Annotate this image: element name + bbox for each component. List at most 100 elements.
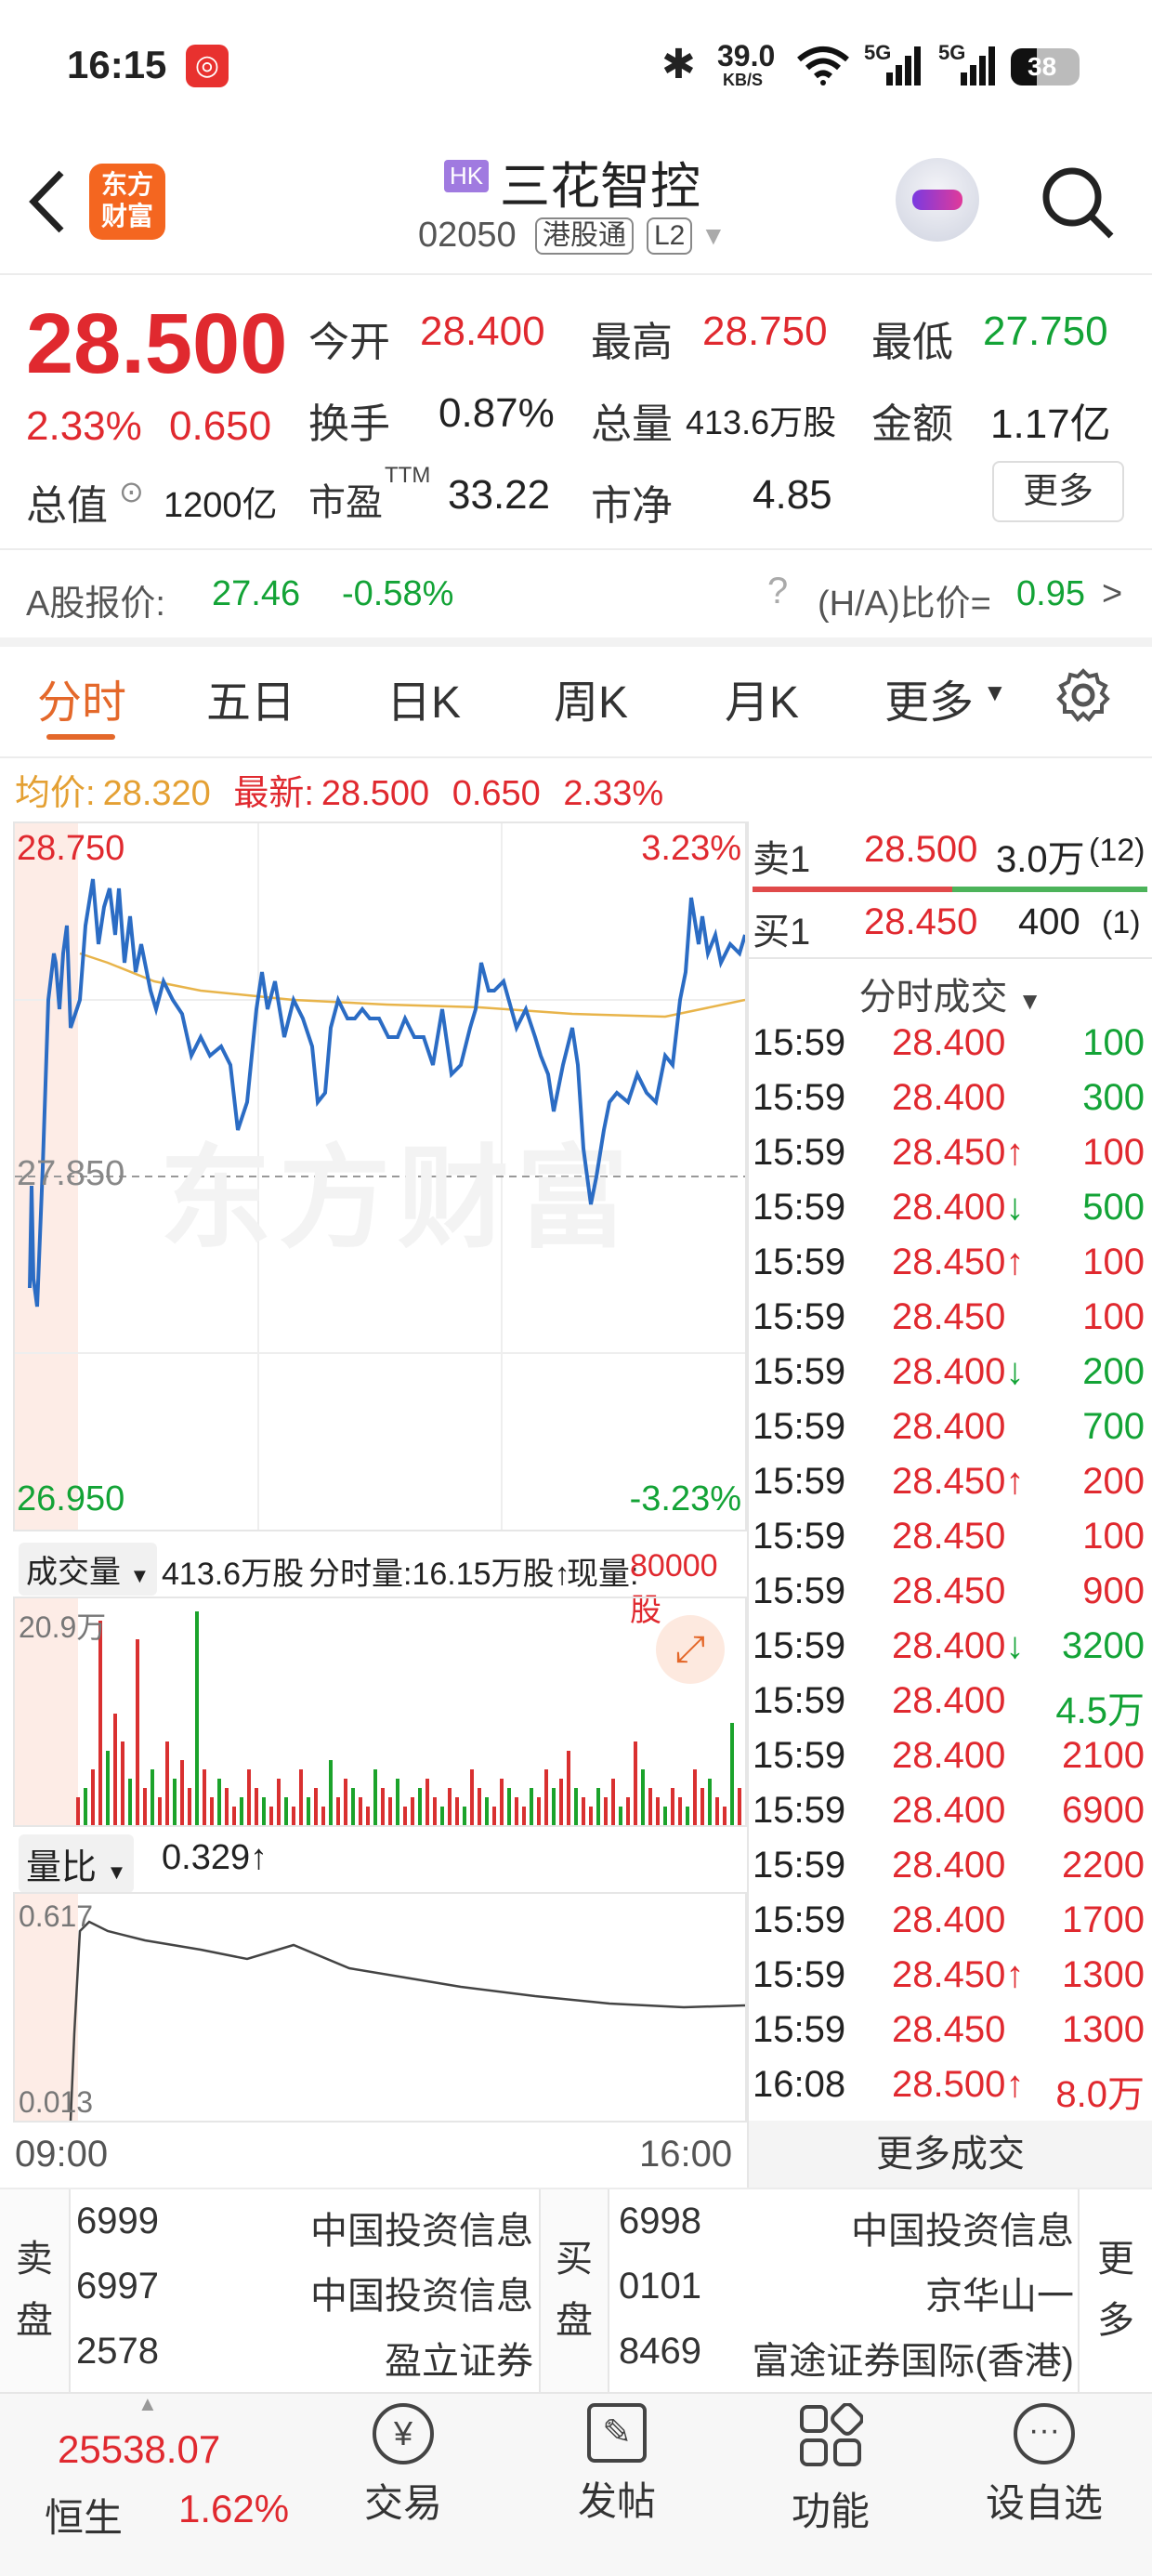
help-icon[interactable]: ?: [767, 571, 788, 612]
volume-bar: [478, 1788, 481, 1825]
ask-1-row[interactable]: 卖1 28.500 3.0万 (12): [753, 829, 1152, 883]
volume-bar: [418, 1788, 422, 1825]
volume-bar: [277, 1779, 281, 1825]
expand-icon[interactable]: ⤢: [656, 1615, 725, 1684]
buy-broker-2-name: 京华山一: [925, 2276, 1074, 2317]
volume-bar: [708, 1779, 712, 1825]
nav-function[interactable]: 功能: [738, 2398, 923, 2537]
nav-watchlist[interactable]: ··· 设自选: [951, 2398, 1137, 2529]
orderbook-divider: [749, 957, 1152, 959]
trade-price-value: 28.500: [892, 2064, 1006, 2105]
status-bar: 16:15 ◎ ✱ 39.0 KB/S 5G 5G 38: [0, 0, 1152, 139]
settings-gear-icon[interactable]: [1055, 667, 1111, 723]
info-icon[interactable]: ⊙: [119, 474, 144, 509]
ask-bar: [753, 887, 952, 892]
trade-volume: 2200: [1062, 1845, 1145, 1886]
volume-bar: [507, 1788, 511, 1825]
sell-label-1: 卖: [16, 2239, 53, 2280]
trade-time: 15:59: [753, 1351, 846, 1392]
price-chart[interactable]: 东方财富 28.750 3.23% 27.850 26.950 -3.23%: [13, 821, 747, 1531]
volume-now-label: 现量:: [567, 1557, 639, 1592]
a-share-row[interactable]: A股报价: 27.46 -0.58% ? (H/A)比价= 0.95 >: [0, 550, 1152, 639]
back-arrow-icon[interactable]: [24, 167, 71, 236]
volume-bar: [344, 1779, 347, 1825]
volume-max-label: 20.9万: [19, 1610, 107, 1644]
tab-weekly-k[interactable]: 周K: [554, 665, 628, 730]
volume-bar: [730, 1723, 734, 1825]
trade-price: 28.400: [892, 1790, 1005, 1832]
stock-name: 三花智控: [500, 159, 700, 215]
trade-price: 28.400↓: [892, 1351, 1024, 1393]
volume-bar: [455, 1797, 459, 1825]
more-button[interactable]: 更多: [992, 461, 1124, 522]
volume-bar: [158, 1797, 162, 1825]
volume-bar: [84, 1788, 87, 1825]
trade-time: 15:59: [753, 1022, 846, 1063]
nav-trade[interactable]: ¥ 交易: [310, 2398, 496, 2529]
hang-seng-index[interactable]: ▲ 25538.07 恒生 1.62%: [0, 2392, 307, 2576]
volume-bar: [151, 1769, 154, 1825]
volume-bar: [284, 1797, 288, 1825]
trade-price: 28.450: [892, 2009, 1005, 2051]
buy-queue-label: 买盘: [539, 2189, 609, 2392]
trade-direction-icon: ↑: [1005, 1461, 1025, 1502]
trade-volume: 1700: [1062, 1899, 1145, 1940]
broker-buy-side[interactable]: 买盘 6998 中国投资信息 0101 京华山一 8469 富途证券国际(香港): [539, 2189, 1078, 2392]
tab-five-day[interactable]: 五日: [206, 665, 295, 730]
search-icon[interactable]: [1039, 164, 1117, 242]
trade-price: 28.400: [892, 1845, 1005, 1886]
broker-more-button[interactable]: 更多: [1078, 2189, 1152, 2392]
trade-volume: 100: [1082, 1132, 1145, 1173]
volume-header: 成交量 ▼ 413.6万股 分时量:16.15万股↑ 现量: 80000股: [13, 1539, 747, 1628]
volume-bar: [113, 1714, 117, 1825]
trade-time: 15:59: [753, 1077, 846, 1118]
volume-bar: [678, 1797, 682, 1825]
volume-bar: [700, 1788, 704, 1825]
trade-volume: 100: [1082, 1022, 1145, 1063]
nav-post[interactable]: ✎ 发帖: [524, 2398, 710, 2527]
buy-label-2: 盘: [556, 2300, 593, 2341]
volume-bar: [381, 1788, 385, 1825]
section-gap: [0, 637, 1152, 647]
volume-bar: [723, 1807, 727, 1825]
volume-bar: [76, 1797, 80, 1825]
dropdown-icon[interactable]: ▼: [700, 221, 727, 251]
volume-bar: [210, 1797, 214, 1825]
broker-sell-side[interactable]: 卖盘 6999 中国投资信息 6997 中国投资信息 2578 盈立证券: [0, 2189, 539, 2392]
tab-daily-k[interactable]: 日K: [386, 665, 461, 730]
ratio-chart[interactable]: 0.617 0.013: [13, 1892, 747, 2123]
sell-broker-2-name: 中国投资信息: [310, 2276, 533, 2317]
trade-direction-icon: ↓: [1005, 1625, 1025, 1666]
trade-price-value: 28.400: [892, 1187, 1006, 1228]
volume-bar: [307, 1797, 310, 1825]
trade-time: 15:59: [753, 1132, 846, 1173]
eastmoney-logo[interactable]: 东方 财富: [89, 164, 165, 240]
volume-bar: [715, 1797, 719, 1825]
tab-intraday[interactable]: 分时: [37, 665, 126, 730]
tab-more[interactable]: 更多: [884, 665, 974, 730]
sell-queue-label: 卖盘: [0, 2189, 71, 2392]
trade-price: 28.450: [892, 1571, 1005, 1612]
trade-price: 28.400: [892, 1077, 1005, 1119]
volume-selector[interactable]: 成交量 ▼: [19, 1543, 158, 1596]
logo-line-2: 财富: [100, 202, 153, 230]
turnover-value: 0.87%: [439, 390, 555, 436]
ratio-selector[interactable]: 量比 ▼: [19, 1834, 135, 1893]
robot-assistant-icon[interactable]: [896, 158, 979, 242]
tab-monthly-k[interactable]: 月K: [725, 665, 799, 730]
trade-time: 15:59: [753, 1571, 846, 1611]
volume-chart[interactable]: 20.9万 ⤢: [13, 1597, 747, 1827]
trade-time: 15:59: [753, 2009, 846, 2050]
volume-bar: [98, 1621, 102, 1825]
chart-info-bar: 均价: 28.320 最新: 28.500 0.650 2.33%: [15, 764, 663, 815]
more-trades-button[interactable]: 更多成交: [749, 2121, 1152, 2188]
trades-title[interactable]: 分时成交 ▼: [749, 966, 1152, 1020]
trade-price-value: 28.400: [892, 1077, 1006, 1118]
volume-bar: [128, 1779, 132, 1825]
trade-price: 28.400: [892, 1735, 1005, 1777]
bid-1-row[interactable]: 买1 28.450 400 (1): [753, 901, 1152, 955]
buy-broker-1-name: 中国投资信息: [851, 2211, 1074, 2252]
chart-top-price: 28.750: [17, 829, 125, 868]
post-edit-icon: ✎: [587, 2403, 647, 2463]
trade-price: 28.450↑: [892, 1954, 1024, 1996]
